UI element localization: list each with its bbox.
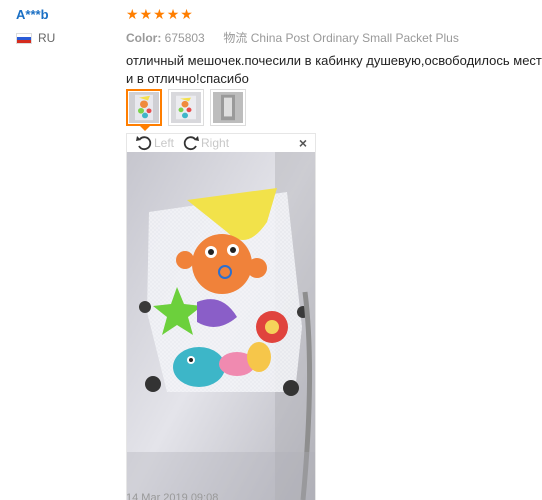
photo-viewer: Left Right × xyxy=(126,133,316,500)
thumbnail-image xyxy=(213,92,243,123)
star-rating: ★ ★ ★ ★ ★ xyxy=(126,6,542,24)
star-icon: ★ xyxy=(126,7,139,23)
photo-thumbnail[interactable] xyxy=(126,89,162,126)
star-icon: ★ xyxy=(166,7,180,23)
photo-thumbnail[interactable] xyxy=(168,89,204,126)
reviewer-country: RU xyxy=(16,31,116,45)
rotate-left-icon xyxy=(136,136,152,151)
viewer-toolbar: Left Right × xyxy=(127,134,315,152)
review-photo xyxy=(127,152,315,500)
russia-flag-icon xyxy=(16,32,32,44)
reviewer-info: A***b RU xyxy=(16,6,116,45)
review-meta: Color: 675803 物流 China Post Ordinary Sma… xyxy=(126,30,542,46)
review-text: отличный мешочек.почесили в кабинку душе… xyxy=(126,53,542,86)
star-icon: ★ xyxy=(180,7,193,23)
rotate-right-icon xyxy=(183,136,200,151)
review-photo-image xyxy=(127,152,315,500)
star-icon: ★ xyxy=(153,7,166,23)
review-body: ★ ★ ★ ★ ★ Color: 675803 物流 China Post Or… xyxy=(126,6,542,88)
rotate-left-button[interactable]: Left xyxy=(135,135,174,151)
thumbnail-image xyxy=(129,92,159,123)
thumbnail-image xyxy=(171,92,201,123)
rotate-right-button[interactable]: Right xyxy=(182,135,229,151)
photo-thumbnails xyxy=(126,89,246,126)
review-date: 14 Mar 2019 09:08 xyxy=(126,492,219,500)
shipping-label: 物流 xyxy=(223,31,248,45)
photo-thumbnail[interactable] xyxy=(210,89,246,126)
color-label: Color: xyxy=(126,31,162,45)
reviewer-name[interactable]: A***b xyxy=(16,6,116,24)
active-thumbnail-indicator xyxy=(140,126,150,131)
star-icon: ★ xyxy=(139,7,153,23)
country-code: RU xyxy=(38,31,56,45)
color-value: 675803 xyxy=(164,31,205,45)
shipping-value: China Post Ordinary Small Packet Plus xyxy=(250,31,459,45)
rotate-right-label: Right xyxy=(201,136,230,150)
close-viewer-button[interactable]: × xyxy=(299,135,307,151)
rotate-left-label: Left xyxy=(154,136,175,150)
